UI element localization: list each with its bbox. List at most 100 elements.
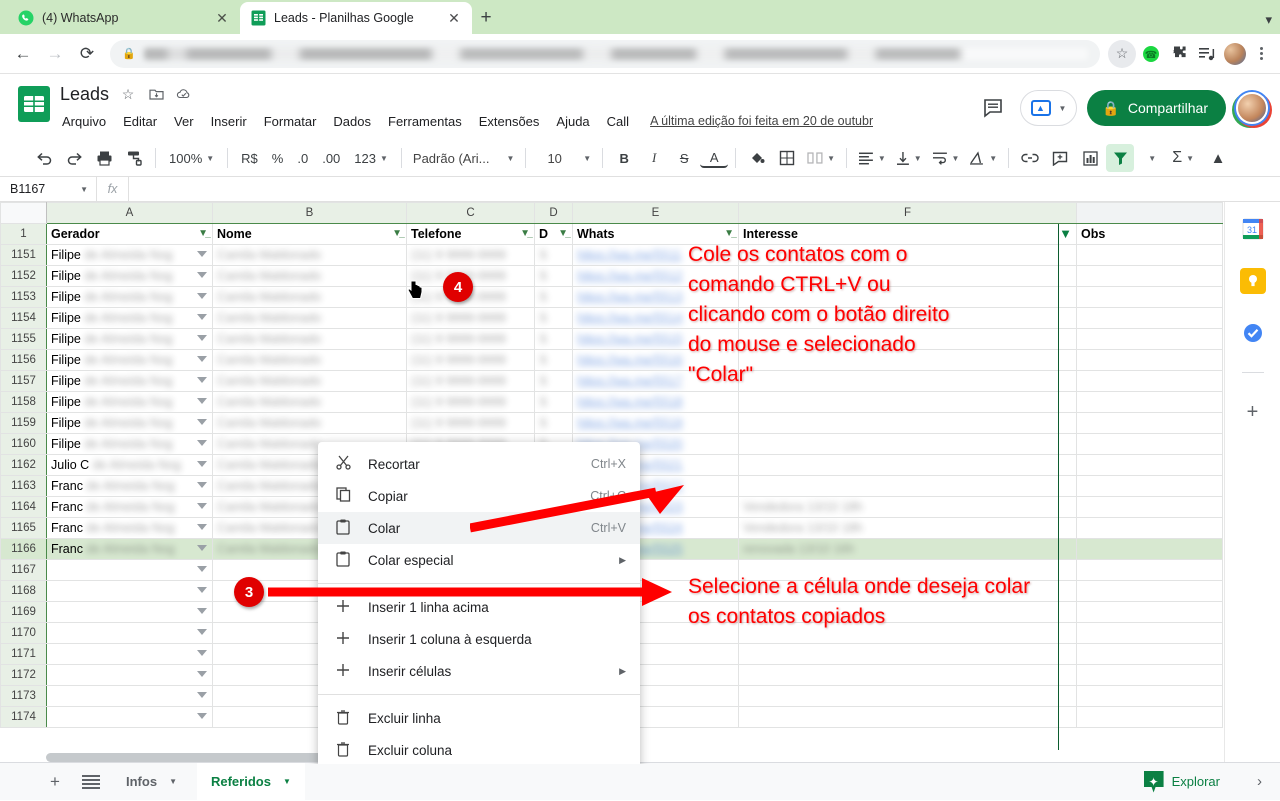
redacted-link[interactable]: https://wa.me/5514	[577, 311, 683, 325]
formula-input[interactable]	[128, 177, 1280, 201]
functions-button[interactable]: Σ▼	[1166, 144, 1200, 172]
column-header-f[interactable]: F	[739, 203, 1077, 224]
extensions-puzzle-icon[interactable]	[1166, 41, 1192, 67]
decrease-decimal-button[interactable]: .0	[291, 144, 314, 172]
grid-cell[interactable]	[739, 476, 1077, 497]
grid-cell[interactable]: Julio C de Almeida Nog	[47, 455, 213, 476]
row-header[interactable]: 1163	[1, 476, 47, 497]
grid-cell[interactable]	[1077, 665, 1223, 686]
redacted-link[interactable]: https://wa.me/5516	[577, 353, 683, 367]
grid-cell[interactable]	[1077, 434, 1223, 455]
undo-button[interactable]	[30, 144, 58, 172]
grid-cell[interactable]: Camila Maldonado	[213, 350, 407, 371]
grid-cell[interactable]: (11) 9 9999-9999	[407, 413, 535, 434]
menu-ajuda[interactable]: Ajuda	[554, 113, 591, 130]
dropdown-caret-icon[interactable]	[197, 524, 207, 530]
grid-cell[interactable]: Filipe de Almeida Nog	[47, 266, 213, 287]
menu-ver[interactable]: Ver	[172, 113, 196, 130]
sheet-tab-infos[interactable]: Infos ▼	[112, 763, 191, 801]
chevron-down-icon[interactable]: ▼	[80, 185, 88, 194]
currency-format-button[interactable]: R$	[235, 144, 264, 172]
grid-cell[interactable]: https://wa.me/5519	[573, 413, 739, 434]
avatar[interactable]	[1236, 92, 1268, 124]
text-color-button[interactable]: A	[700, 148, 728, 168]
grid-cell[interactable]: (11) 9 9999-9999	[407, 350, 535, 371]
cell-c1[interactable]: Telefone▼̲	[407, 224, 535, 245]
grid-cell[interactable]: (11) 9 9999-9999	[407, 308, 535, 329]
filter-icon[interactable]: ▼̲	[558, 228, 568, 239]
row-header[interactable]: 1160	[1, 434, 47, 455]
grid-cell[interactable]: S	[535, 392, 573, 413]
row-header[interactable]: 1173	[1, 686, 47, 707]
chevron-down-icon[interactable]: ▼	[283, 777, 291, 786]
menu-dados[interactable]: Dados	[331, 113, 373, 130]
grid-cell[interactable]: Camila Maldonado	[213, 413, 407, 434]
filter-icon[interactable]: ▼̲	[724, 228, 734, 239]
row-header[interactable]: 1168	[1, 581, 47, 602]
star-icon[interactable]: ☆	[119, 85, 137, 103]
chevron-down-icon[interactable]: ▼	[169, 777, 177, 786]
dropdown-caret-icon[interactable]	[197, 398, 207, 404]
row-header[interactable]: 1171	[1, 644, 47, 665]
all-sheets-icon[interactable]	[76, 767, 106, 797]
browser-tab-whatsapp[interactable]: (4) WhatsApp ✕	[8, 2, 240, 34]
column-header-e[interactable]: E	[573, 203, 739, 224]
filter-icon[interactable]: ▼̲	[198, 228, 208, 239]
grid-cell[interactable]: Filipe de Almeida Nog	[47, 413, 213, 434]
grid-cell[interactable]	[739, 665, 1077, 686]
dropdown-caret-icon[interactable]	[197, 608, 207, 614]
grid-cell[interactable]: S	[535, 371, 573, 392]
sheet-tab-referidos[interactable]: Referidos ▼	[197, 763, 305, 801]
whatsapp-extension-icon[interactable]: ☎	[1138, 41, 1164, 67]
dropdown-caret-icon[interactable]	[197, 692, 207, 698]
google-tasks-icon[interactable]	[1240, 320, 1266, 346]
new-tab-button[interactable]: +	[472, 4, 500, 32]
grid-cell[interactable]	[1077, 518, 1223, 539]
dropdown-caret-icon[interactable]	[197, 629, 207, 635]
grid-cell[interactable]	[47, 665, 213, 686]
text-rotation-icon[interactable]: ▼	[965, 144, 1001, 172]
grid-cell[interactable]	[1077, 644, 1223, 665]
insert-link-icon[interactable]	[1016, 144, 1044, 172]
row-header[interactable]: 1	[1, 224, 47, 245]
row-header[interactable]: 1151	[1, 245, 47, 266]
grid-cell[interactable]: Filipe de Almeida Nog	[47, 308, 213, 329]
dropdown-caret-icon[interactable]	[197, 251, 207, 257]
cloud-saved-icon[interactable]	[175, 85, 193, 103]
insert-chart-icon[interactable]	[1076, 144, 1104, 172]
row-header[interactable]: 1164	[1, 497, 47, 518]
grid-cell[interactable]	[1077, 266, 1223, 287]
grid-cell[interactable]	[1077, 350, 1223, 371]
grid-cell[interactable]: S	[535, 350, 573, 371]
dropdown-caret-icon[interactable]	[197, 566, 207, 572]
grid-cell[interactable]	[1077, 245, 1223, 266]
table-row[interactable]: 1158Filipe de Almeida NogCamila Maldonad…	[1, 392, 1223, 413]
grid-cell[interactable]	[47, 581, 213, 602]
close-icon[interactable]: ✕	[446, 10, 462, 26]
dropdown-caret-icon[interactable]	[197, 671, 207, 677]
row-header[interactable]: 1170	[1, 623, 47, 644]
grid-cell[interactable]: Filipe de Almeida Nog	[47, 371, 213, 392]
menu-ferramentas[interactable]: Ferramentas	[386, 113, 464, 130]
collapse-toolbar-icon[interactable]: ▲	[1204, 144, 1232, 172]
column-header-d[interactable]: D	[535, 203, 573, 224]
cell-d1[interactable]: D▼̲	[535, 224, 573, 245]
menu-formatar[interactable]: Formatar	[262, 113, 319, 130]
filter-icon[interactable]: ▼̲	[520, 228, 530, 239]
grid-cell[interactable]	[47, 602, 213, 623]
menu-arquivo[interactable]: Arquivo	[60, 113, 108, 130]
dropdown-caret-icon[interactable]	[197, 545, 207, 551]
redo-button[interactable]	[60, 144, 88, 172]
grid-cell[interactable]	[1077, 329, 1223, 350]
redacted-link[interactable]: https://wa.me/5517	[577, 374, 683, 388]
row-header[interactable]: 1158	[1, 392, 47, 413]
dropdown-caret-icon[interactable]	[197, 587, 207, 593]
dropdown-caret-icon[interactable]	[197, 314, 207, 320]
grid-cell[interactable]: Vendedora 13/10 18h	[739, 518, 1077, 539]
row-header[interactable]: 1169	[1, 602, 47, 623]
grid-cell[interactable]: (11) 9 9999-9999	[407, 392, 535, 413]
filter-views-dropdown[interactable]: ▼	[1136, 144, 1164, 172]
grid-cell[interactable]	[1077, 392, 1223, 413]
grid-cell[interactable]: Filipe de Almeida Nog	[47, 350, 213, 371]
redacted-link[interactable]: https://wa.me/5511	[577, 248, 682, 262]
